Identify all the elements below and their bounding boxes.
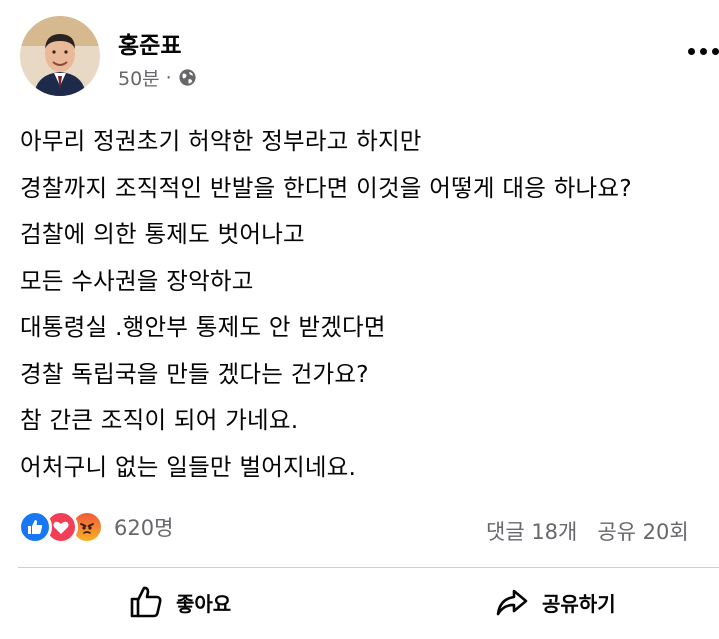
share-button[interactable]: 공유하기 (494, 580, 616, 624)
post-body-line: 경찰까지 조직적인 반발을 한다면 이것을 어떻게 대응 하나요? (20, 173, 632, 202)
post-body-line: 모든 수사권을 장악하고 (20, 266, 254, 295)
more-dot (700, 48, 707, 55)
post-body: 아무리 정권초기 허약한 정부라고 하지만 경찰까지 조직적인 반발을 한다면 … (20, 118, 710, 490)
engagement-counts: 댓글 18개 공유 20회 (486, 516, 689, 546)
post-stats: 620명 댓글 18개 공유 20회 (18, 510, 719, 550)
post-actions: 좋아요 공유하기 (0, 570, 719, 636)
post-meta: 50분 · (118, 64, 197, 91)
post-body-line: 아무리 정권초기 허약한 정부라고 하지만 (20, 127, 422, 155)
author-avatar[interactable] (20, 16, 100, 96)
shares-count[interactable]: 공유 20회 (597, 520, 688, 544)
action-divider (18, 567, 719, 568)
reactions-summary[interactable]: 620명 (18, 510, 173, 544)
post-body-line: 검찰에 의한 통제도 벗어나고 (20, 220, 305, 248)
more-dot (688, 48, 695, 55)
comments-count[interactable]: 댓글 18개 (486, 520, 577, 544)
meta-separator: · (165, 66, 172, 89)
thumbs-up-icon (130, 586, 162, 618)
post-body-line: 어처구니 없는 일들만 벌어지네요. (20, 452, 357, 481)
avatar-photo (20, 16, 100, 96)
share-button-label: 공유하기 (542, 591, 616, 616)
reactions-count: 620명 (114, 516, 174, 540)
share-arrow-icon (496, 589, 528, 616)
post-body-line: 대통령실 .행안부 통제도 안 받겠다면 (20, 313, 386, 341)
like-reaction-icon (18, 510, 52, 544)
globe-icon[interactable] (178, 68, 197, 87)
author-name[interactable]: 홍준표 (118, 26, 181, 60)
post-header: 홍준표 50분 · (20, 14, 719, 98)
post-body-line: 참 간큰 조직이 되어 가네요. (20, 406, 299, 434)
post-time[interactable]: 50분 (118, 64, 160, 91)
post-body-line: 경찰 독립국을 만들 겠다는 건가요? (20, 359, 369, 388)
more-dot (712, 48, 719, 55)
like-button[interactable]: 좋아요 (128, 580, 231, 624)
like-button-label: 좋아요 (176, 591, 232, 616)
more-options-icon[interactable] (688, 48, 719, 55)
